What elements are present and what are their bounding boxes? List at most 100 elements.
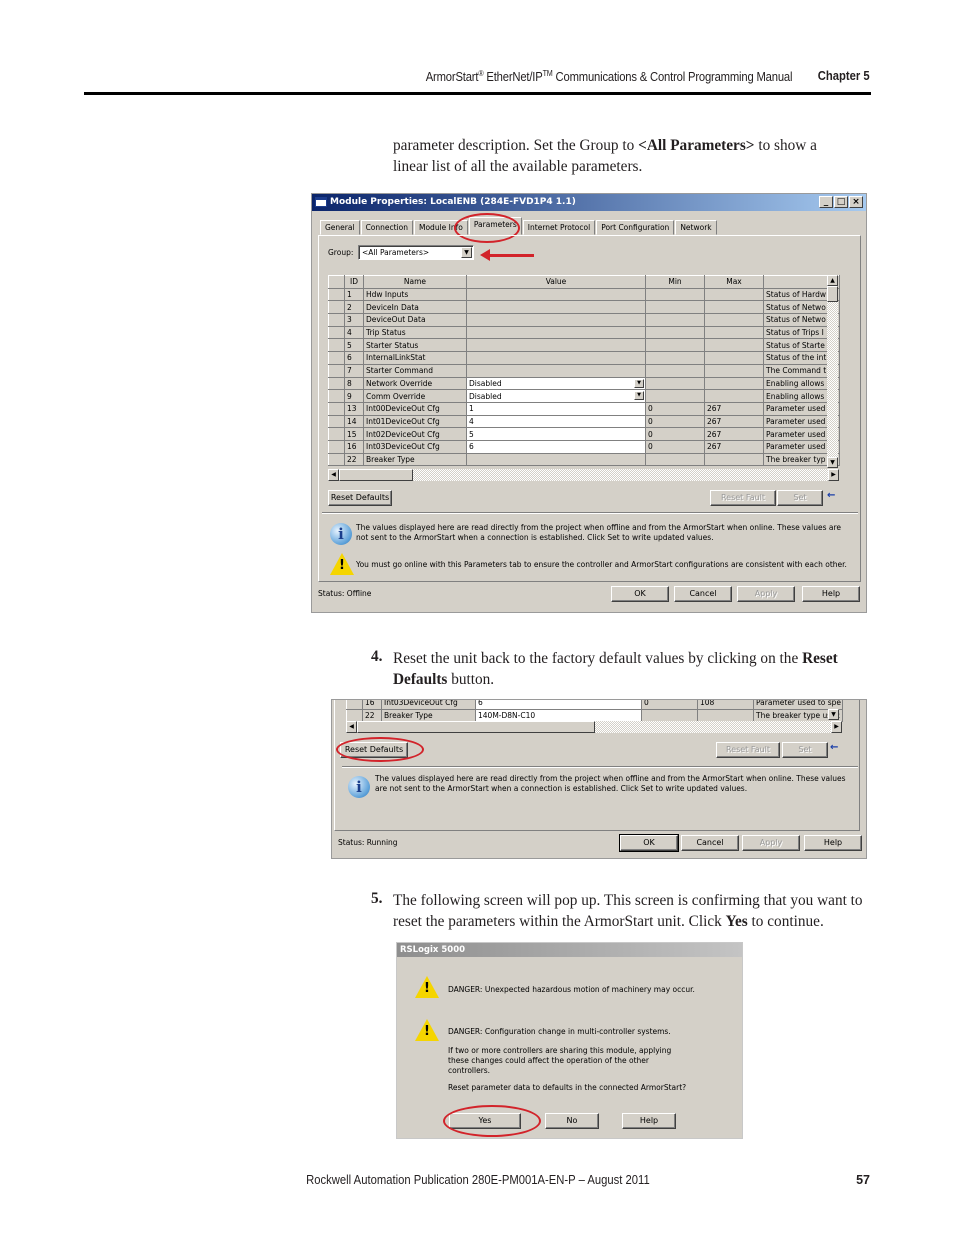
row-header[interactable] [328, 363, 345, 378]
maximize-button[interactable]: □ [834, 196, 848, 208]
cell-value-text: Disabled [469, 391, 502, 401]
cell-min [641, 708, 698, 723]
table-row[interactable]: 7 Starter Command The Command t [328, 363, 840, 378]
scroll-right-arrow-icon[interactable]: ▶ [831, 721, 842, 733]
table-row[interactable]: 5 Starter Status Status of Starte [328, 338, 840, 353]
column-header-id[interactable]: ID [344, 275, 364, 289]
ok-button[interactable]: OK [619, 834, 679, 852]
row-header[interactable] [328, 439, 345, 454]
minimize-button[interactable]: _ [819, 196, 833, 208]
row-header[interactable] [328, 287, 345, 302]
row-header[interactable] [328, 376, 345, 391]
group-select[interactable]: <All Parameters> ▼ [358, 245, 474, 260]
horizontal-scroll-thumb[interactable] [357, 721, 595, 733]
help-button[interactable]: Help [804, 835, 862, 851]
row-header[interactable] [328, 338, 345, 353]
scroll-up-arrow-icon[interactable]: ▲ [827, 275, 838, 286]
cell-value[interactable]: Disabled ▼ [466, 389, 646, 403]
cell-name: DeviceIn Data [363, 300, 467, 315]
cell-value[interactable]: 5 [466, 427, 646, 441]
cell-name: Int03DeviceOut Cfg [381, 700, 476, 710]
parameters-table-partial: 16 Int03DeviceOut Cfg 6 0 108 Parameter used … [346, 699, 843, 723]
tab-network[interactable]: Network [675, 220, 717, 235]
table-row[interactable]: 3 DeviceOut Data Status of Netwo [328, 313, 840, 327]
row-header[interactable] [328, 427, 345, 441]
row-header[interactable] [328, 401, 345, 416]
cell-min: 0 [645, 427, 705, 441]
table-row[interactable]: 1 Hdw Inputs Status of Hardw [328, 287, 840, 302]
table-row[interactable]: 16 Int03DeviceOut Cfg 6 0 108 Parameter used … [346, 699, 843, 710]
row-header[interactable] [328, 325, 345, 340]
cell-value[interactable]: 6 [475, 700, 642, 710]
table-row[interactable]: 16 Int03DeviceOut Cfg 6 0 267 Parameter used [328, 439, 840, 454]
scroll-down-arrow-icon[interactable]: ▼ [828, 709, 839, 720]
tab-port-configuration[interactable]: Port Configuration [596, 220, 675, 235]
row-header[interactable] [328, 351, 345, 365]
table-vertical-scrollbar[interactable]: ▲ ▼ [827, 275, 838, 468]
dropdown-arrow-icon[interactable]: ▼ [634, 378, 644, 388]
cell-id-text: 4 [347, 328, 352, 338]
reset-fault-button[interactable]: Reset Fault [710, 490, 776, 506]
row-header[interactable] [328, 300, 345, 315]
table-row[interactable]: 14 Int01DeviceOut Cfg 4 0 267 Parameter used [328, 414, 840, 429]
table-row[interactable]: 22 Breaker Type The breaker typ [328, 452, 840, 467]
cell-value[interactable]: 140M-D8N-C10 [475, 708, 642, 723]
scroll-left-arrow-icon[interactable]: ◀ [328, 469, 339, 481]
table-row[interactable]: 15 Int02DeviceOut Cfg 5 0 267 Parameter used [328, 427, 840, 441]
cell-min [645, 389, 705, 403]
table-horizontal-scrollbar[interactable]: ◀ ▶ [346, 721, 842, 733]
row-header[interactable] [328, 389, 345, 403]
cell-description: Parameter used to spe [753, 700, 843, 710]
set-button[interactable]: Set [782, 742, 828, 758]
reset-fault-button[interactable]: Reset Fault [716, 742, 780, 758]
table-row[interactable]: 4 Trip Status Status of Trips I [328, 325, 840, 340]
vertical-scroll-thumb[interactable] [827, 286, 838, 302]
help-button[interactable]: Help [802, 586, 860, 602]
row-header[interactable] [328, 414, 345, 429]
cell-name-text: InternalLinkStat [366, 353, 426, 363]
cancel-button[interactable]: Cancel [681, 835, 739, 851]
row-header[interactable] [346, 708, 363, 723]
column-header-value[interactable]: Value [466, 275, 646, 289]
apply-button[interactable]: Apply [737, 586, 795, 602]
tab-internet-protocol[interactable]: Internet Protocol [522, 220, 596, 235]
row-header[interactable] [346, 700, 363, 710]
cell-name-text: Network Override [366, 378, 433, 388]
close-button[interactable]: × [849, 196, 863, 208]
column-header-min[interactable]: Min [645, 275, 705, 289]
apply-button[interactable]: Apply [742, 835, 800, 851]
cell-value[interactable]: 6 [466, 439, 646, 454]
table-row[interactable]: 22 Breaker Type 140M-D8N-C10 The breaker ty… [346, 708, 843, 723]
reset-defaults-button[interactable]: Reset Defaults [328, 490, 392, 506]
table-horizontal-scrollbar[interactable]: ◀ ▶ [328, 469, 839, 481]
table-row[interactable]: 8 Network Override Disabled ▼ Enabling allow… [328, 376, 840, 391]
row-header[interactable] [328, 313, 345, 327]
cell-value[interactable]: 4 [466, 414, 646, 429]
cancel-button[interactable]: Cancel [674, 586, 732, 602]
horizontal-scroll-thumb[interactable] [339, 469, 413, 481]
tab-connection[interactable]: Connection [360, 220, 413, 235]
ok-button[interactable]: OK [611, 586, 669, 602]
cell-value[interactable]: Disabled ▼ [466, 376, 646, 391]
scroll-right-arrow-icon[interactable]: ▶ [828, 469, 839, 481]
cell-id-text: 13 [347, 404, 357, 414]
column-header-max[interactable]: Max [704, 275, 764, 289]
cell-max: 267 [704, 427, 764, 441]
scroll-left-arrow-icon[interactable]: ◀ [346, 721, 357, 733]
row-header[interactable] [328, 452, 345, 467]
dropdown-arrow-icon[interactable]: ▼ [461, 247, 472, 258]
dialog-titlebar: RSLogix 5000 [397, 943, 742, 957]
tab-general[interactable]: General [320, 220, 360, 235]
set-button[interactable]: Set [777, 490, 823, 506]
scroll-down-arrow-icon[interactable]: ▼ [827, 457, 838, 468]
cell-min-text: 0 [644, 699, 649, 708]
column-header-name[interactable]: Name [363, 275, 467, 289]
table-row[interactable]: 13 Int00DeviceOut Cfg 1 0 267 Parameter used [328, 401, 840, 416]
dropdown-arrow-icon[interactable]: ▼ [634, 391, 644, 401]
table-row[interactable]: 2 DeviceIn Data Status of Netwo [328, 300, 840, 315]
table-row[interactable]: 6 InternalLinkStat Status of the int [328, 351, 840, 365]
no-button[interactable]: No [545, 1113, 599, 1129]
cell-value[interactable]: 1 [466, 401, 646, 416]
table-row[interactable]: 9 Comm Override Disabled ▼ Enabling allows [328, 389, 840, 403]
help-button[interactable]: Help [622, 1113, 676, 1129]
